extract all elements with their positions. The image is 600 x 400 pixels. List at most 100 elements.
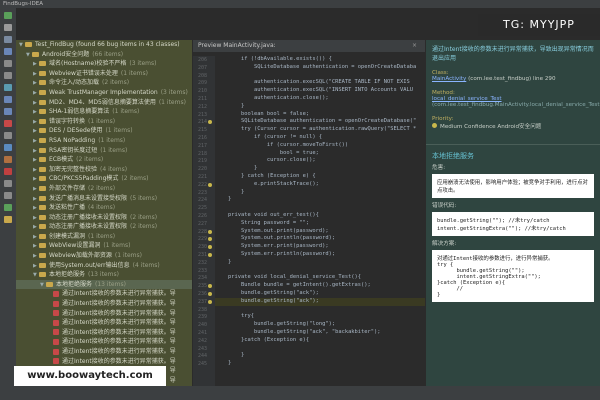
tree-category[interactable]: ▶ ECB模式 (2 items) — [16, 155, 192, 165]
tree-category[interactable]: ▼ 本地拒绝服务 (13 items) — [16, 279, 192, 290]
code-line: }catch (Exception e){ — [215, 336, 310, 343]
tree-category[interactable]: ▶ Weak TrustManager Implementation (3 item… — [16, 88, 192, 98]
line-number: 212 — [197, 103, 207, 110]
line-number: 237 — [197, 298, 207, 305]
tree-category[interactable]: ▶ RSA NoPadding (1 items) — [16, 136, 192, 146]
bug-marker-icon[interactable] — [208, 284, 212, 289]
tree-category[interactable]: ▶ Webview加载外部资源 (1 items) — [16, 251, 192, 261]
code-line: authentication.execSQL("CREATE TABLE IF … — [215, 79, 410, 86]
tree-category[interactable]: ▶ 加密无完整性校验 (4 items) — [16, 165, 192, 175]
line-number: 209 — [197, 80, 207, 87]
bug-item[interactable]: 通过Intent接收的参数未进行异常捕获。导 — [16, 347, 192, 357]
code-line: 对通过Intent接收的参数进行，进行异常捕获。 — [437, 256, 554, 262]
bug-item[interactable]: 通过Intent接收的参数未进行异常捕获。导 — [16, 289, 192, 299]
code-line: bundle.getString("long"); — [215, 321, 336, 328]
bug-item[interactable]: 通过Intent接收的参数未进行异常捕获。导 — [16, 357, 192, 367]
tree-label: 动态注册广播接收未设置权限 — [49, 223, 128, 231]
tree-category[interactable]: ▶ 发送粘性广播 (4 items) — [16, 203, 192, 213]
filter-icon[interactable] — [4, 48, 12, 55]
line-number: 243 — [197, 345, 207, 352]
item-count: (13 items) — [95, 280, 126, 288]
close-icon[interactable]: × — [412, 40, 417, 52]
up-icon[interactable] — [4, 180, 12, 187]
down-icon[interactable] — [4, 192, 12, 199]
code-line: System.out.println(password); — [215, 235, 336, 242]
tree-category[interactable]: ▶ 使用System.out/err输出信息 (4 items) — [16, 261, 192, 271]
bug-item[interactable]: 通过Intent接收的参数未进行异常捕获。导 — [16, 299, 192, 309]
scroll-to-source-icon[interactable] — [4, 216, 12, 223]
folder-icon — [39, 89, 46, 95]
desc-label: 危害: — [432, 165, 446, 171]
bug-marker-icon[interactable] — [208, 292, 212, 296]
tree-category[interactable]: ▼ 本地拒绝服务 (13 items) — [16, 270, 192, 280]
bug-marker-icon[interactable] — [208, 299, 212, 304]
tree-root[interactable]: ▼ Test_FindBug (found 66 bug items in 43 … — [16, 40, 192, 50]
tree-category[interactable]: ▶ Webview证书错误未处理 (1 items) — [16, 69, 192, 79]
bug-icon — [53, 329, 59, 336]
package-icon[interactable] — [4, 156, 12, 163]
help-icon[interactable] — [4, 144, 12, 151]
bug-marker-icon[interactable] — [208, 237, 212, 242]
tree-label: Android安全问题 — [42, 50, 90, 58]
collapse-all-icon[interactable] — [4, 72, 12, 79]
bug-item[interactable]: 通过Intent接收的参数未进行异常捕获。导 — [16, 337, 192, 347]
run-analysis-icon[interactable] — [4, 12, 12, 19]
module-icon[interactable] — [4, 132, 12, 139]
tree-category[interactable]: ▶ MD2、MD4、MD5弱信息摘要算法使用 (1 items) — [16, 98, 192, 108]
bug-icon — [53, 319, 59, 326]
class-link[interactable]: MainActivity — [432, 76, 466, 82]
item-count: (4 items) — [100, 165, 128, 173]
folder-icon — [39, 233, 46, 239]
tree-category[interactable]: ▶ RSA密钥长度过短 (1 items) — [16, 146, 192, 156]
folder-icon — [39, 80, 46, 86]
refresh-icon[interactable] — [4, 204, 12, 211]
tree-category[interactable]: ▶ 错误字符转换 (1 items) — [16, 117, 192, 127]
tree-category[interactable]: ▶ 域名(Hostname)校验不严格 (3 items) — [16, 59, 192, 69]
item-count: (1 items) — [88, 232, 116, 240]
bug-marker-icon[interactable] — [208, 120, 212, 125]
bug-item[interactable]: 通过Intent接收的参数未进行异常捕获。导 — [16, 318, 192, 328]
tree-category[interactable]: ▶ 动态注册广播接收未设置权限 (2 items) — [16, 213, 192, 223]
bad-code-box: bundle.getString(""); //未try/catch intent… — [432, 212, 594, 236]
tree-label: 通过Intent接收的参数未进行异常捕获。导 — [62, 357, 176, 365]
bug-filter-icon[interactable] — [4, 120, 12, 127]
tree-label: Webview加载外部资源 — [49, 252, 112, 260]
settings-icon[interactable] — [4, 36, 12, 43]
tree-label: 通过Intent接收的参数未进行异常捕获。导 — [62, 319, 176, 327]
line-number: 244 — [197, 353, 207, 360]
group-by-icon[interactable] — [4, 84, 12, 91]
tree-label: 本地拒绝服务 — [56, 280, 93, 288]
bug-item[interactable]: 通过Intent接收的参数未进行异常捕获。导 — [16, 328, 192, 338]
tree-category[interactable]: ▶ DES / DESede使用 (1 items) — [16, 126, 192, 136]
tree-category[interactable]: ▶ 外部文件存储 (2 items) — [16, 184, 192, 194]
bug-marker-icon[interactable] — [208, 229, 212, 234]
bug-icon — [53, 290, 59, 297]
code-line: Bundle bundle = getIntent().getExtras(); — [215, 282, 371, 289]
stop-icon[interactable] — [4, 24, 12, 31]
tree-category[interactable]: ▶ SHA-1弱信息摘要算法 (1 items) — [16, 107, 192, 117]
expand-all-icon[interactable] — [4, 60, 12, 67]
code-line: } — [215, 102, 245, 109]
tree-label: 动态注册广播接收未设置权限 — [49, 213, 128, 221]
tree-category[interactable]: ▶ 发送广播消息未设置接受权限 (5 items) — [16, 194, 192, 204]
close-icon[interactable] — [4, 168, 12, 175]
desc-box: 应用崩溃无法使用，影响用户体验；被竞争对手利用，进行点对点攻击。 — [432, 174, 594, 198]
bug-item[interactable]: 通过Intent接收的参数未进行异常捕获。导 — [16, 309, 192, 319]
tree-label: RSA密钥长度过短 — [49, 146, 98, 154]
tree-category[interactable]: ▶ 命令注入/动态加载 (2 items) — [16, 78, 192, 88]
tree-category[interactable]: ▶ WebView设置漏洞 (1 items) — [16, 241, 192, 251]
tree-category[interactable]: ▶ CBC/PKCS5Padding模式 (2 items) — [16, 174, 192, 184]
bug-marker-icon[interactable] — [208, 182, 212, 187]
item-count: (1 items) — [88, 117, 116, 125]
code-line: } — [215, 258, 232, 265]
tree-category[interactable]: ▶ 创建模式漏洞 (1 items) — [16, 232, 192, 242]
tree-category[interactable]: ▶ 动态注册广播接收未设置权限 (2 items) — [16, 222, 192, 232]
tree-category[interactable]: ▼ Android安全问题 (66 items) — [16, 50, 192, 60]
import-icon[interactable] — [4, 96, 12, 103]
bug-marker-icon[interactable] — [208, 245, 212, 250]
tree-label: DES / DESede使用 — [49, 127, 103, 135]
bug-marker-icon[interactable] — [208, 253, 212, 257]
export-icon[interactable] — [4, 108, 12, 115]
code-area[interactable]: if (!dbAvailable.exists()) { SQLiteDatab… — [215, 56, 425, 386]
